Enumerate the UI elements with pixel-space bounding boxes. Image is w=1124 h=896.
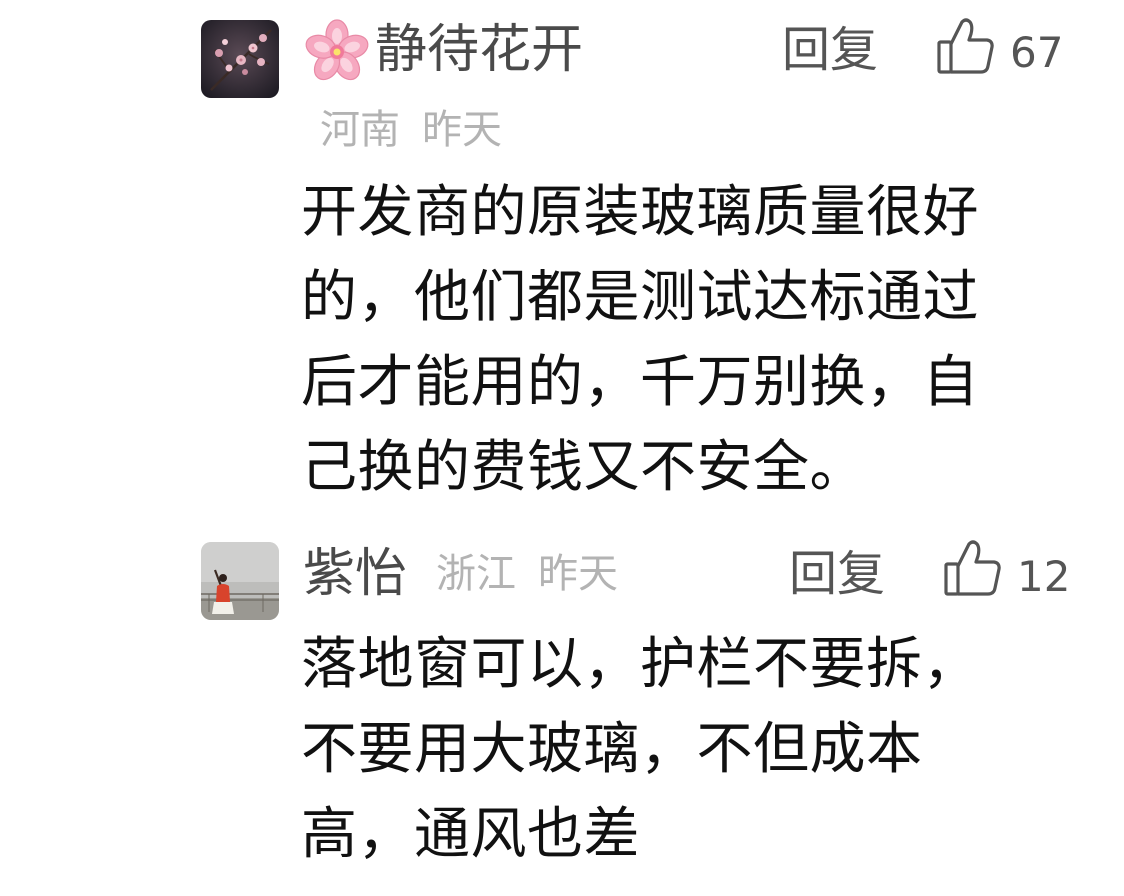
comment-meta: 河南 昨天 <box>320 106 502 154</box>
cherry-blossom-icon <box>303 18 371 86</box>
location-text: 浙江 <box>436 551 516 597</box>
time-text: 昨天 <box>538 551 618 597</box>
location-text: 河南 <box>320 107 400 153</box>
time-text: 昨天 <box>422 107 502 153</box>
like-count: 12 <box>1017 552 1071 601</box>
commenter-name[interactable]: 紫怡 <box>303 544 407 604</box>
thumbs-up-icon[interactable] <box>942 538 1004 600</box>
reply-button[interactable]: 回复 <box>789 546 885 602</box>
comment-meta: 浙江 昨天 <box>436 550 618 598</box>
comment-text: 开发商的原装玻璃质量很好的，他们都是测试达标通过后才能用的，千万别换，自己换的费… <box>301 180 979 500</box>
plum-blossom-photo <box>201 20 279 98</box>
thumbs-up-icon[interactable] <box>935 16 997 78</box>
commenter-name[interactable]: 静待花开 <box>375 20 583 80</box>
avatar[interactable] <box>201 542 279 620</box>
person-by-sea-photo <box>201 542 279 620</box>
comments-page: 静待花开 河南 昨天 回复 67 开发商的原装玻璃质量很好的，他们都是测试达标通过… <box>0 0 1124 896</box>
like-count: 67 <box>1010 28 1064 77</box>
reply-button[interactable]: 回复 <box>782 22 878 78</box>
avatar[interactable] <box>201 20 279 98</box>
comment-text: 落地窗可以，护栏不要拆，不要用大玻璃，不但成本高，通风也差 <box>301 632 979 867</box>
